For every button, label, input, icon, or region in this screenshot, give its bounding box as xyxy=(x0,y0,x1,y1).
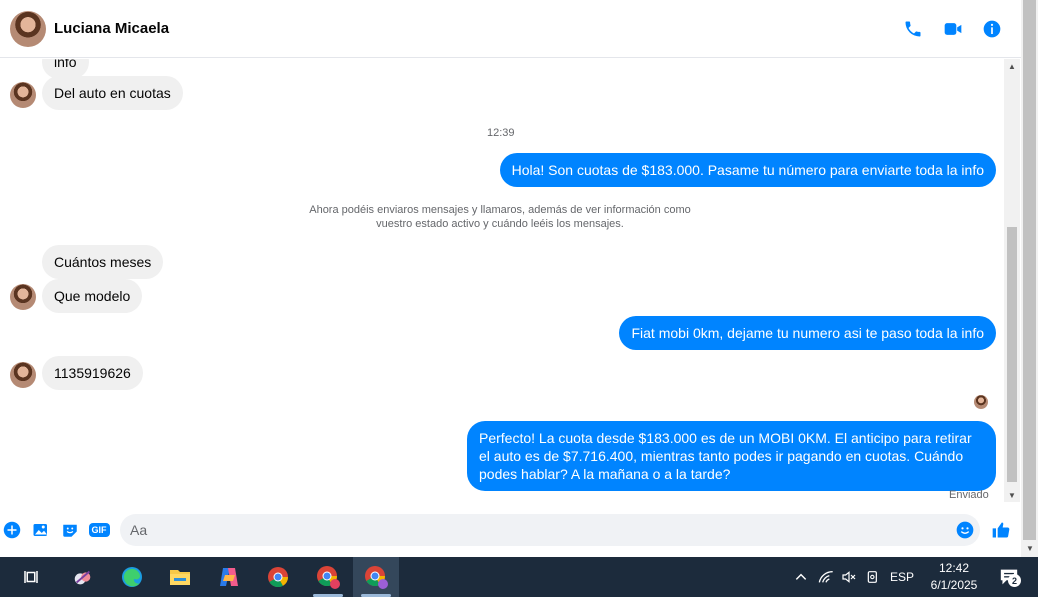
scroll-down-icon[interactable]: ▼ xyxy=(1004,488,1020,502)
file-explorer-icon[interactable] xyxy=(157,557,203,597)
wifi-icon[interactable] xyxy=(815,557,837,597)
message-bubble-incoming[interactable]: 1135919626 xyxy=(42,356,143,390)
chrome-profile-icon[interactable] xyxy=(305,557,351,597)
message-bubble-outgoing[interactable]: Perfecto! La cuota desde $183.000 es de … xyxy=(467,421,996,491)
scroll-up-icon[interactable]: ▲ xyxy=(1004,59,1020,73)
video-call-icon[interactable] xyxy=(941,17,965,41)
messenger-window: Luciana Micaela info Del auto en cuotas … xyxy=(0,0,1038,597)
seen-avatar xyxy=(974,395,988,409)
message-bubble-outgoing[interactable]: Hola! Son cuotas de $183.000. Pasame tu … xyxy=(499,153,996,187)
snipping-tool-icon[interactable] xyxy=(60,557,106,597)
volume-muted-icon[interactable] xyxy=(838,557,860,597)
window-scroll-down-icon[interactable]: ▼ xyxy=(1022,541,1038,555)
windows-taskbar: ESP 12:42 6/1/2025 2 xyxy=(0,557,1038,597)
sticker-icon[interactable] xyxy=(60,520,80,540)
thread-scrollbar[interactable]: ▲ ▼ xyxy=(1004,59,1020,502)
connection-notice: Ahora podéis enviaros mensajes y llamaro… xyxy=(309,204,691,230)
message-bubble-incoming[interactable]: Del auto en cuotas xyxy=(42,76,183,110)
meet-now-icon[interactable] xyxy=(862,557,884,597)
like-icon[interactable] xyxy=(990,520,1012,540)
notification-count-badge: 2 xyxy=(1008,574,1021,587)
message-thread: info Del auto en cuotas 12:39 Hola! Son … xyxy=(0,59,1004,507)
plus-icon[interactable] xyxy=(2,520,22,540)
contact-name[interactable]: Luciana Micaela xyxy=(54,20,169,37)
message-input[interactable] xyxy=(120,514,980,546)
notification-center-icon[interactable]: 2 xyxy=(994,557,1024,597)
chrome-icon[interactable] xyxy=(255,557,301,597)
clock-date: 6/1/2025 xyxy=(930,578,978,592)
copilot-icon[interactable] xyxy=(206,557,252,597)
contact-avatar-small xyxy=(10,82,36,108)
emoji-icon[interactable] xyxy=(955,520,975,540)
system-clock[interactable]: 12:42 6/1/2025 xyxy=(920,560,988,594)
phone-icon[interactable] xyxy=(901,17,925,41)
info-icon[interactable] xyxy=(980,17,1004,41)
task-view-icon[interactable] xyxy=(8,557,54,597)
contact-avatar[interactable] xyxy=(10,11,46,47)
message-bubble-incoming[interactable]: Cuántos meses xyxy=(42,245,164,279)
composer-bar: GIF xyxy=(0,508,1021,554)
message-timestamp: 12:39 xyxy=(487,127,515,139)
contact-avatar-small xyxy=(10,284,36,310)
edge-icon[interactable] xyxy=(109,557,155,597)
chrome-active-icon[interactable] xyxy=(353,557,399,597)
image-icon[interactable] xyxy=(31,520,51,540)
thread-scrollbar-thumb[interactable] xyxy=(1007,227,1017,482)
message-status: Enviado xyxy=(949,489,989,501)
clock-time: 12:42 xyxy=(938,561,970,575)
chevron-up-icon[interactable] xyxy=(790,557,812,597)
gif-icon[interactable]: GIF xyxy=(88,520,110,540)
message-bubble-incoming[interactable]: Que modelo xyxy=(42,279,143,313)
contact-avatar-small xyxy=(10,362,36,388)
window-scrollbar[interactable]: ▼ xyxy=(1021,0,1038,557)
chat-header: Luciana Micaela xyxy=(0,0,1021,58)
language-indicator[interactable]: ESP xyxy=(886,557,918,597)
window-scrollbar-thumb[interactable] xyxy=(1023,0,1036,540)
message-bubble-outgoing[interactable]: Fiat mobi 0km, dejame tu numero asi te p… xyxy=(619,316,996,350)
